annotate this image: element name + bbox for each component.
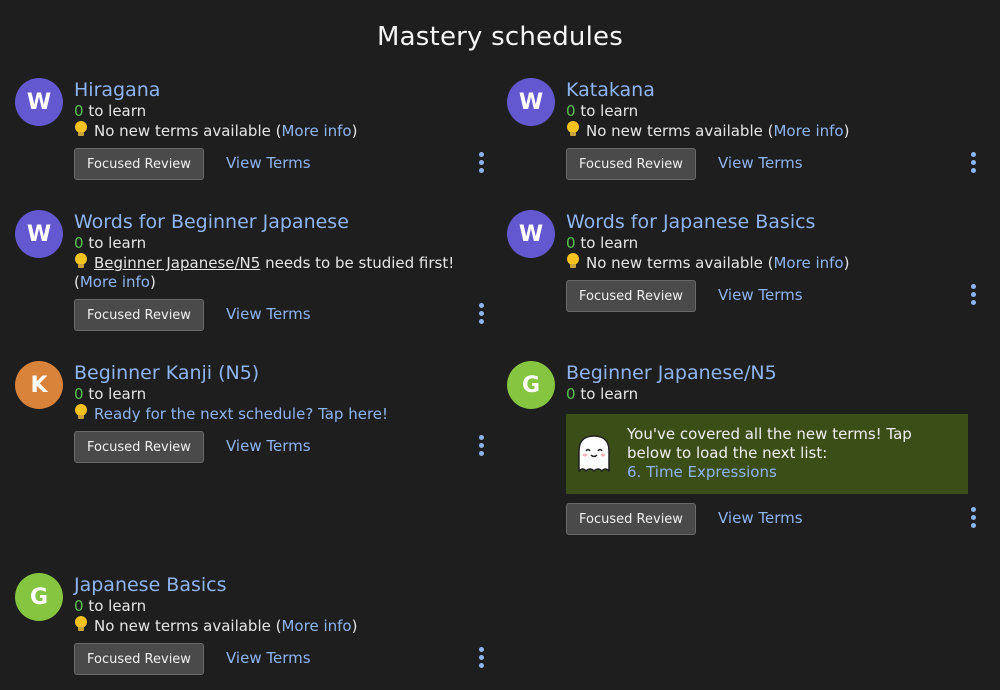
page-title: Mastery schedules	[377, 22, 623, 52]
to-learn-label: to learn	[88, 102, 147, 120]
focused-review-button[interactable]: Focused Review	[74, 431, 204, 463]
to-learn-label: to learn	[88, 385, 147, 403]
prerequisite-link[interactable]: Beginner Japanese/N5	[94, 254, 260, 272]
next-schedule-link[interactable]: Ready for the next schedule? Tap here!	[94, 405, 388, 423]
more-info-link[interactable]: More info	[281, 122, 351, 140]
schedule-title[interactable]: Japanese Basics	[74, 573, 485, 597]
more-info-link[interactable]: More info	[773, 254, 843, 272]
view-terms-link[interactable]: View Terms	[226, 305, 311, 323]
schedule-title[interactable]: Hiragana	[74, 78, 485, 102]
focused-review-button[interactable]: Focused Review	[74, 148, 204, 180]
prerequisite-text: needs to be studied first!	[265, 254, 455, 272]
status-text: No new terms available (	[586, 122, 774, 140]
next-list-link[interactable]: 6. Time Expressions	[627, 463, 958, 482]
to-learn-label: to learn	[580, 385, 639, 403]
focused-review-button[interactable]: Focused Review	[566, 503, 696, 535]
focused-review-button[interactable]: Focused Review	[74, 643, 204, 675]
more-options-icon[interactable]	[969, 152, 977, 176]
schedule-title[interactable]: Words for Beginner Japanese	[74, 210, 485, 234]
avatar: W	[15, 78, 63, 126]
to-learn-label: to learn	[580, 234, 639, 252]
status-text: No new terms available (	[94, 617, 282, 635]
to-learn-count: 0	[74, 597, 84, 615]
to-learn-label: to learn	[88, 234, 147, 252]
to-learn-count: 0	[566, 234, 576, 252]
status-text: No new terms available (	[94, 122, 282, 140]
focused-review-button[interactable]: Focused Review	[566, 148, 696, 180]
next-list-banner[interactable]: You've covered all the new terms! Tap be…	[566, 414, 968, 494]
schedule-title[interactable]: Words for Japanese Basics	[566, 210, 977, 234]
lightbulb-icon	[566, 253, 586, 273]
banner-text: You've covered all the new terms! Tap be…	[627, 425, 912, 462]
to-learn-count: 0	[74, 234, 84, 252]
to-learn-label: to learn	[88, 597, 147, 615]
status-text-end: )	[351, 617, 358, 635]
view-terms-link[interactable]: View Terms	[226, 437, 311, 455]
view-terms-link[interactable]: View Terms	[718, 509, 803, 527]
lightbulb-icon	[566, 121, 586, 141]
lightbulb-icon	[74, 121, 94, 141]
avatar: K	[15, 361, 63, 409]
more-options-icon[interactable]	[969, 284, 977, 308]
view-terms-link[interactable]: View Terms	[226, 649, 311, 667]
focused-review-button[interactable]: Focused Review	[566, 280, 696, 312]
to-learn-count: 0	[74, 102, 84, 120]
more-options-icon[interactable]	[969, 507, 977, 531]
lightbulb-icon	[74, 253, 94, 273]
to-learn-count: 0	[566, 385, 576, 403]
view-terms-link[interactable]: View Terms	[718, 286, 803, 304]
status-text: No new terms available (	[586, 254, 774, 272]
status-text-end: )	[351, 122, 358, 140]
more-options-icon[interactable]	[477, 152, 485, 176]
view-terms-link[interactable]: View Terms	[718, 154, 803, 172]
ghost-mascot-icon	[575, 433, 613, 478]
avatar: W	[15, 210, 63, 258]
avatar: G	[15, 573, 63, 621]
avatar: G	[507, 361, 555, 409]
view-terms-link[interactable]: View Terms	[226, 154, 311, 172]
schedule-title[interactable]: Beginner Kanji (N5)	[74, 361, 485, 385]
status-text-end: )	[843, 122, 850, 140]
focused-review-button[interactable]: Focused Review	[74, 299, 204, 331]
more-info-link[interactable]: More info	[773, 122, 843, 140]
more-options-icon[interactable]	[477, 647, 485, 671]
lightbulb-icon	[74, 404, 94, 424]
to-learn-count: 0	[74, 385, 84, 403]
more-options-icon[interactable]	[477, 435, 485, 459]
more-info-link[interactable]: More info	[80, 273, 150, 291]
avatar: W	[507, 210, 555, 258]
to-learn-label: to learn	[580, 102, 639, 120]
schedule-title[interactable]: Beginner Japanese/N5	[566, 361, 977, 385]
to-learn-count: 0	[566, 102, 576, 120]
schedule-title[interactable]: Katakana	[566, 78, 977, 102]
avatar: W	[507, 78, 555, 126]
status-text-end: )	[149, 273, 156, 291]
more-info-link[interactable]: More info	[281, 617, 351, 635]
status-text-end: )	[843, 254, 850, 272]
more-options-icon[interactable]	[477, 303, 485, 327]
lightbulb-icon	[74, 616, 94, 636]
